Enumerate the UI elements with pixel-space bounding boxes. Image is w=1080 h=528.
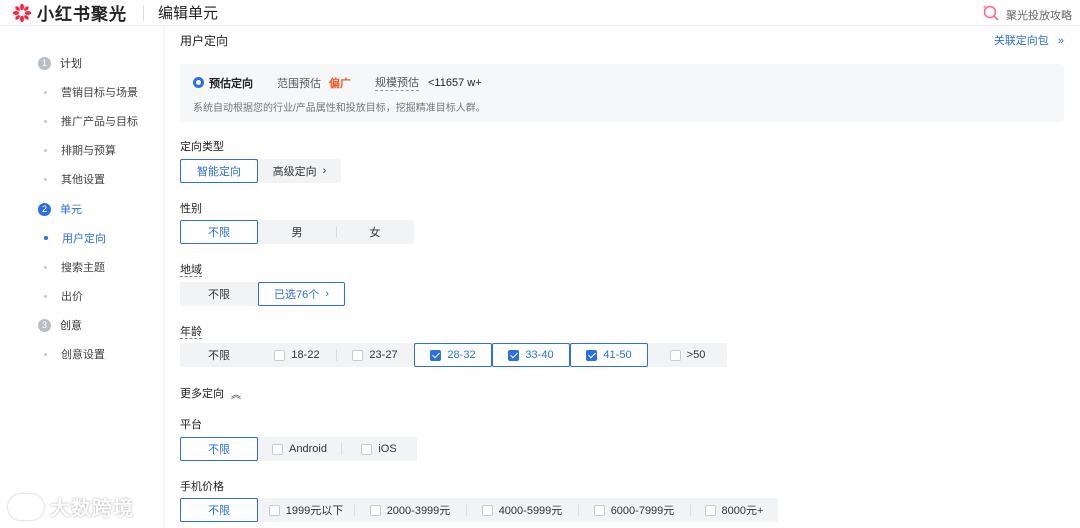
sidebar-item-search-topic[interactable]: 搜索主题 <box>44 259 105 275</box>
scale-value: <11657 w+ <box>428 76 482 89</box>
checkbox-icon <box>268 504 280 516</box>
range-value: 偏广 <box>329 77 351 90</box>
sidebar-item-product-goal[interactable]: 推广产品与目标 <box>44 113 138 129</box>
price-option-any[interactable]: 不限 <box>180 498 258 522</box>
range-label: 范围预估 <box>277 77 321 90</box>
top-bar: 小红书聚光 编辑单元 聚光投放攻略 <box>0 0 1080 26</box>
step-number: 3 <box>38 318 51 332</box>
sidebar: 1 计划 营销目标与场景 推广产品与目标 排期与预算 其他设置 2 单元 用户定… <box>0 26 163 528</box>
step-label: 计划 <box>60 58 82 70</box>
phone-price-label: 手机价格 <box>180 481 224 493</box>
sidebar-item-creative-settings[interactable]: 创意设置 <box>44 346 105 362</box>
price-option-6000-7999[interactable]: 6000-7999元 <box>578 498 690 522</box>
checkbox-icon <box>669 349 681 361</box>
checkbox-icon <box>361 443 373 455</box>
step-unit[interactable]: 2 单元 <box>38 201 82 217</box>
gender-option-female[interactable]: 女 <box>336 220 414 244</box>
estimate-panel: 预估定向 范围预估 偏广 规模预估 <11657 w+ 系统自动根据您的行业/产… <box>180 64 1064 122</box>
age-option-23-27[interactable]: 23-27 <box>336 343 414 367</box>
targeting-type-label: 定向类型 <box>180 141 224 153</box>
region-option-any[interactable]: 不限 <box>180 282 258 306</box>
sidebar-item-user-targeting[interactable]: 用户定向 <box>44 230 106 246</box>
sidebar-item-bid[interactable]: 出价 <box>44 288 83 304</box>
platform-option-any[interactable]: 不限 <box>180 437 258 461</box>
sidebar-item-other-settings[interactable]: 其他设置 <box>44 171 105 187</box>
guide-link[interactable]: 聚光投放攻略 <box>982 4 1072 25</box>
platform-label: 平台 <box>180 419 202 431</box>
chevron-right-icon: › <box>322 165 327 177</box>
gender-option-male[interactable]: 男 <box>258 220 336 244</box>
phone-price-segment: 不限 1999元以下 2000-3999元 4000-5999元 6000-79… <box>180 498 778 522</box>
price-option-under-1999[interactable]: 1999元以下 <box>258 498 354 522</box>
watermark-logo-icon <box>8 493 44 520</box>
gender-label: 性别 <box>180 203 202 215</box>
price-option-4000-5999[interactable]: 4000-5999元 <box>466 498 578 522</box>
region-label: 地域 <box>180 264 202 277</box>
link-targeting-package[interactable]: 关联定向包 » <box>994 32 1064 48</box>
age-segment: 不限 18-22 23-27 28-32 33-40 41-50 >50 <box>180 343 727 367</box>
checkbox-checked-icon <box>508 349 520 361</box>
chevron-right-icon: › <box>325 288 329 300</box>
section-title: 用户定向 <box>180 34 229 48</box>
age-option-41-50[interactable]: 41-50 <box>570 343 648 367</box>
option-smart-targeting[interactable]: 智能定向 <box>180 159 258 183</box>
step-plan[interactable]: 1 计划 <box>38 55 82 71</box>
more-targeting-toggle[interactable]: 更多定向 ︽ <box>180 385 241 401</box>
checkbox-checked-icon <box>586 349 598 361</box>
price-option-8000-plus[interactable]: 8000元+ <box>690 498 778 522</box>
option-advanced-targeting[interactable]: 高级定向 › <box>258 159 341 183</box>
guide-link-label: 聚光投放攻略 <box>1006 9 1072 22</box>
checkbox-icon <box>274 349 286 361</box>
age-option-18-22[interactable]: 18-22 <box>258 343 336 367</box>
checkbox-icon <box>369 504 381 516</box>
checkbox-icon <box>272 443 284 455</box>
age-option-33-40[interactable]: 33-40 <box>492 343 570 367</box>
checkbox-icon <box>593 504 605 516</box>
checkbox-icon <box>481 504 493 516</box>
step-label: 创意 <box>60 320 82 332</box>
sidebar-item-marketing-goal[interactable]: 营销目标与场景 <box>44 84 138 100</box>
main-panel: 用户定向 关联定向包 » 预估定向 范围预估 偏广 规模预估 <11657 w+… <box>165 26 1080 528</box>
age-option-28-32[interactable]: 28-32 <box>414 343 492 367</box>
watermark: 大数跨境 <box>8 492 134 521</box>
sidebar-item-schedule-budget[interactable]: 排期与预算 <box>44 142 116 158</box>
step-number: 1 <box>38 56 51 70</box>
checkbox-icon <box>352 349 364 361</box>
platform-option-ios[interactable]: iOS <box>341 437 417 461</box>
gender-segment: 不限 男 女 <box>180 220 414 244</box>
gender-option-any[interactable]: 不限 <box>180 220 258 244</box>
logo-text: 小红书聚光 <box>37 5 127 24</box>
platform-option-android[interactable]: Android <box>258 437 341 461</box>
search-guide-icon <box>982 4 1000 25</box>
checkbox-checked-icon <box>430 349 442 361</box>
target-icon <box>193 77 204 88</box>
region-segment: 不限 已选76个 › <box>180 282 345 306</box>
estimate-row: 预估定向 范围预估 偏广 规模预估 <11657 w+ <box>193 74 482 91</box>
checkbox-icon <box>704 504 716 516</box>
platform-segment: 不限 Android iOS <box>180 437 417 461</box>
brand-logo[interactable]: 小红书聚光 <box>12 0 127 25</box>
page-title: 编辑单元 <box>158 5 219 22</box>
region-option-selected[interactable]: 已选76个 › <box>258 282 345 306</box>
step-label: 单元 <box>60 204 82 216</box>
estimate-description: 系统自动根据您的行业/产品属性和投放目标，挖掘精准目标人群。 <box>193 103 486 114</box>
estimate-label: 预估定向 <box>209 77 253 90</box>
double-chevron-up-icon: ︽ <box>231 389 241 401</box>
age-label: 年龄 <box>180 326 202 339</box>
double-chevron-right-icon: » <box>1057 35 1064 47</box>
targeting-type-segment: 智能定向 高级定向 › <box>180 159 341 183</box>
header-divider <box>143 4 144 21</box>
step-number: 2 <box>38 202 51 216</box>
price-option-2000-3999[interactable]: 2000-3999元 <box>354 498 466 522</box>
xiaohongshu-logo-icon <box>12 3 32 23</box>
step-creative[interactable]: 3 创意 <box>38 317 82 333</box>
age-option-50-plus[interactable]: >50 <box>648 343 727 367</box>
scale-label[interactable]: 规模预估 <box>375 74 419 91</box>
age-option-any[interactable]: 不限 <box>180 343 258 367</box>
